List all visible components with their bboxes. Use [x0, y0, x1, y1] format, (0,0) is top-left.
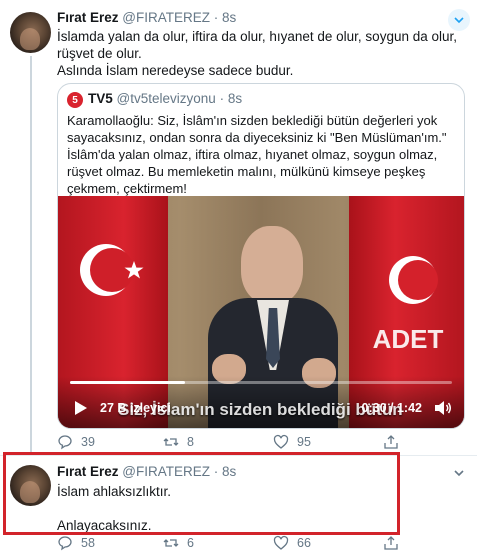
quoted-text-line: çekmem, çektirmem!	[67, 181, 187, 196]
separator-dot: ·	[213, 10, 219, 25]
tweet-actions: 39 8 95	[57, 434, 467, 452]
tweet-text-line: rüşvet de olur.	[57, 46, 142, 61]
reply-button[interactable]: 58	[57, 535, 95, 551]
avatar[interactable]	[10, 465, 51, 506]
reply-icon	[58, 536, 72, 551]
retweet-icon	[163, 438, 179, 446]
quoted-text-line: Karamollaoğlu: Siz, İslâm'ın sizden bekl…	[67, 113, 438, 128]
video-view-count: 27 B izleyici	[100, 401, 171, 415]
author-name[interactable]: Fırat Erez	[57, 10, 119, 25]
share-icon	[384, 536, 398, 550]
tweet-time[interactable]: 8s	[222, 464, 236, 479]
share-icon	[384, 435, 398, 449]
reply-button[interactable]: 39	[57, 434, 95, 450]
share-button[interactable]	[383, 535, 407, 551]
tweet-header: Fırat Erez @FIRATEREZ · 8s	[57, 464, 236, 479]
reply-count: 39	[81, 435, 95, 449]
quoted-text-line: İslâm'da yalan olmaz, iftira olmaz, hıya…	[67, 147, 438, 162]
heart-icon	[273, 434, 289, 449]
tv5-logo-icon: 5	[67, 92, 83, 108]
video-time: 0:30 / 1:42	[361, 401, 422, 415]
retweet-button[interactable]: 8	[163, 434, 194, 450]
like-button[interactable]: 95	[273, 434, 311, 450]
volume-icon[interactable]	[434, 400, 452, 416]
tweet-text-line: İslamda yalan da olur, iftira da olur, h…	[57, 29, 458, 44]
video-progress-fill	[70, 381, 185, 384]
like-count: 95	[297, 435, 311, 449]
tweet-text-line: İslam ahlaksızlıktır.	[57, 484, 172, 499]
quoted-author-handle[interactable]: @tv5televizyonu	[117, 91, 216, 106]
svg-text:ADET: ADET	[373, 324, 444, 354]
retweet-count: 8	[187, 435, 194, 449]
share-button[interactable]	[383, 434, 407, 450]
separator-dot: ·	[219, 91, 225, 106]
quoted-text-line: sayacaksınız, ondan sonra da diyeceksini…	[67, 130, 447, 145]
tweet-menu-button[interactable]	[448, 462, 470, 484]
quoted-tweet[interactable]: 5 TV5 @tv5televizyonu · 8s Karamollaoğlu…	[57, 83, 465, 429]
like-button[interactable]: 66	[273, 535, 311, 551]
tweet-header: Fırat Erez @FIRATEREZ · 8s	[57, 10, 236, 25]
quoted-author-name[interactable]: TV5	[88, 91, 113, 106]
tweet-text: İslamda yalan da olur, iftira da olur, h…	[57, 28, 462, 79]
video-progress-bar[interactable]	[70, 381, 452, 384]
reply-count: 58	[81, 536, 95, 550]
author-handle[interactable]: @FIRATEREZ	[122, 10, 210, 25]
separator-dot: ·	[213, 464, 219, 479]
tweet-1[interactable]: Fırat Erez @FIRATEREZ · 8s İslamda yalan…	[0, 0, 477, 456]
thread-line	[30, 56, 32, 456]
chevron-down-icon	[454, 17, 464, 24]
retweet-count: 6	[187, 536, 194, 550]
tweet-text-line: Anlayacaksınız.	[57, 518, 152, 533]
play-icon[interactable]	[72, 400, 88, 416]
quoted-tweet-text: Karamollaoğlu: Siz, İslâm'ın sizden bekl…	[67, 112, 459, 197]
quoted-tweet-time[interactable]: 8s	[228, 91, 242, 106]
tweet-time[interactable]: 8s	[222, 10, 236, 25]
retweet-button[interactable]: 6	[163, 535, 194, 551]
like-count: 66	[297, 536, 311, 550]
quoted-tweet-header: TV5 @tv5televizyonu · 8s	[88, 91, 242, 106]
chevron-down-icon	[454, 470, 464, 477]
quoted-text-line: rüşvet olmaz. Bu memleketin malını, mülk…	[67, 164, 426, 179]
heart-icon	[273, 535, 289, 550]
tweet-2[interactable]: Fırat Erez @FIRATEREZ · 8s İslam ahlaksı…	[0, 455, 477, 554]
tweet-text-line: Aslında İslam neredeyse sadece budur.	[57, 63, 294, 78]
reply-icon	[58, 435, 72, 450]
retweet-icon	[163, 539, 179, 547]
author-name[interactable]: Fırat Erez	[57, 464, 119, 479]
tweet-text: İslam ahlaksızlıktır. Anlayacaksınız.	[57, 483, 397, 534]
tweet-actions: 58 6 66	[57, 535, 467, 553]
avatar[interactable]	[10, 12, 51, 53]
author-handle[interactable]: @FIRATEREZ	[122, 464, 210, 479]
video-player[interactable]: ADET Siz, İslam'ın sizden beklediği bütü…	[58, 196, 464, 428]
